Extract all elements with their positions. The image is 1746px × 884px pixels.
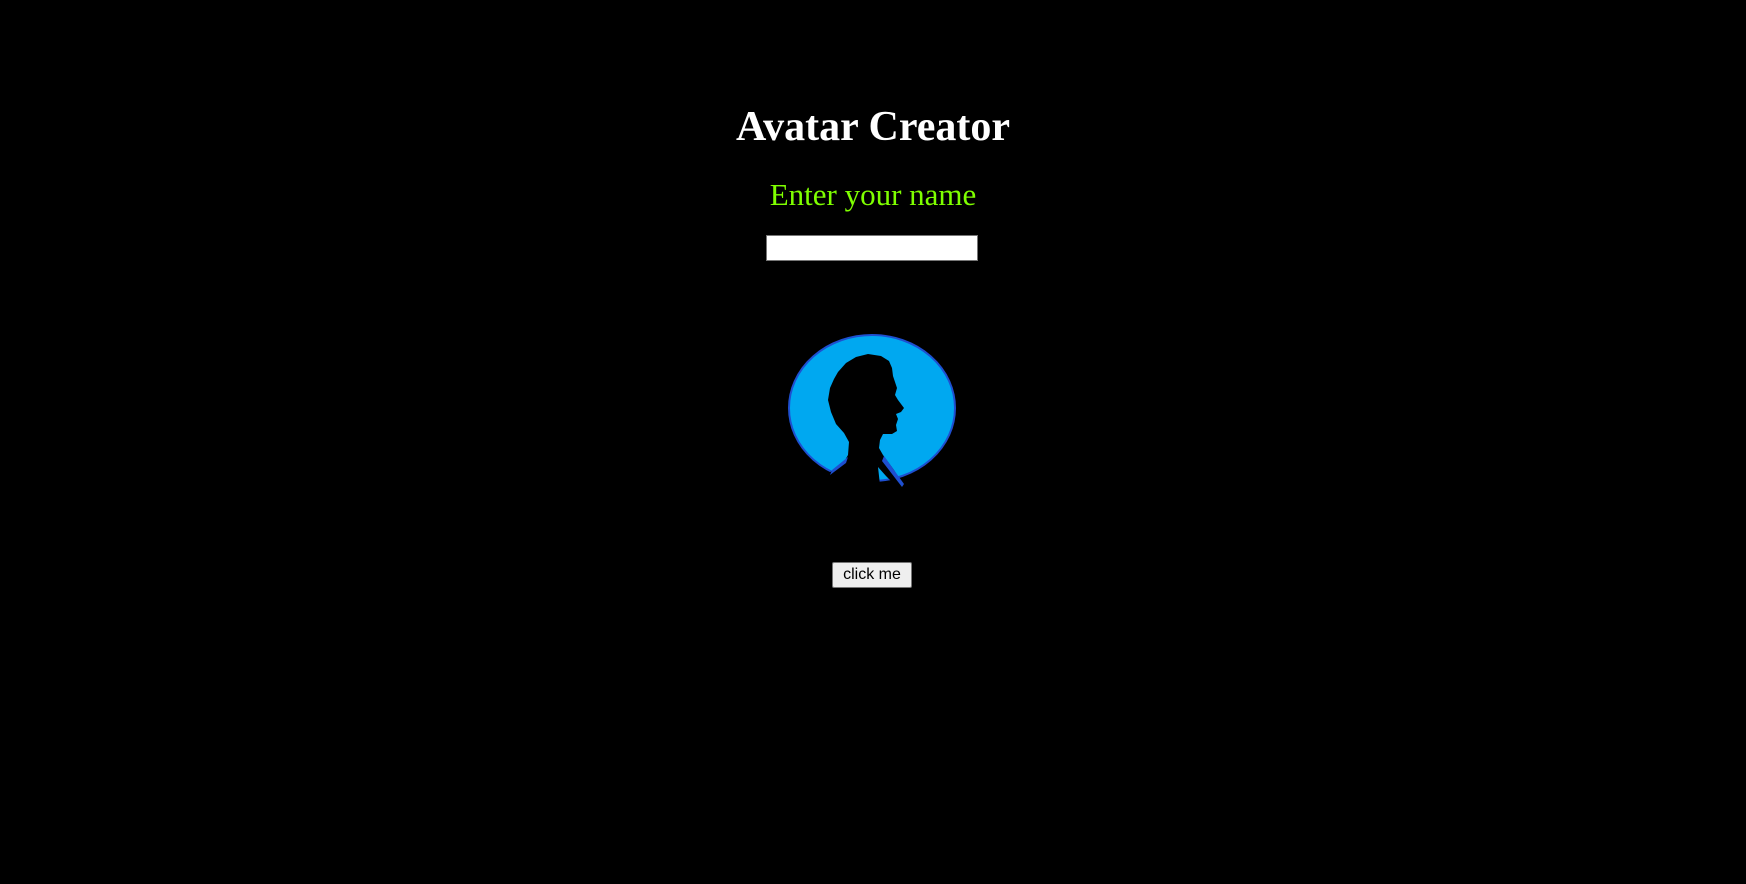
person-silhouette-icon <box>788 334 956 489</box>
avatar-image <box>788 334 956 489</box>
page-title: Avatar Creator <box>735 104 1011 150</box>
click-me-button[interactable]: click me <box>832 562 912 588</box>
name-input[interactable] <box>766 235 978 261</box>
name-prompt-label: Enter your name <box>769 177 977 212</box>
avatar-creator-page: Avatar Creator Enter your name click me <box>0 0 1746 884</box>
